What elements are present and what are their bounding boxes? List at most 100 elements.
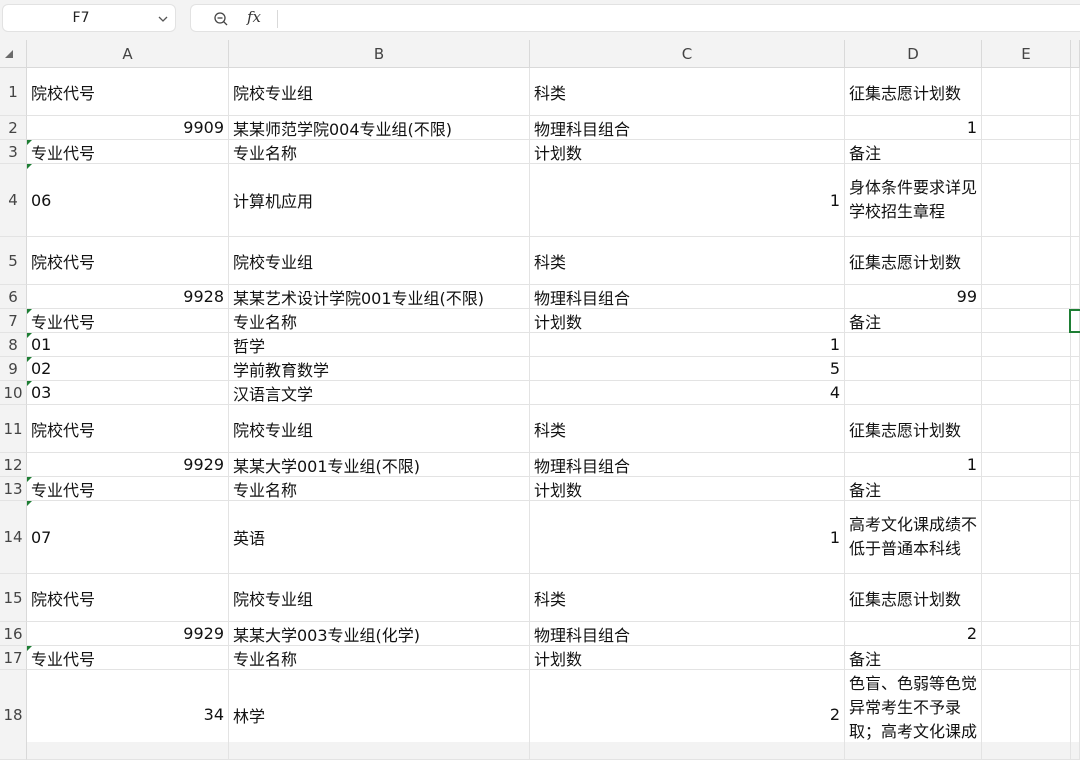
row-header-5[interactable]: 5: [0, 237, 27, 285]
cell-c8[interactable]: 1: [530, 333, 845, 357]
row-header-16[interactable]: 16: [0, 622, 27, 646]
cell-a18[interactable]: 34: [27, 670, 229, 760]
cell-c9[interactable]: 5: [530, 357, 845, 381]
cell-e10[interactable]: [982, 381, 1071, 405]
cell-b8[interactable]: 哲学: [229, 333, 530, 357]
cell-e2[interactable]: [982, 116, 1071, 140]
cell-c1[interactable]: 科类: [530, 68, 845, 116]
cell-d15[interactable]: 征集志愿计划数: [845, 574, 982, 622]
cell-b1[interactable]: 院校专业组: [229, 68, 530, 116]
cell-a6[interactable]: 9928: [27, 285, 229, 309]
cell-b17[interactable]: 专业名称: [229, 646, 530, 670]
cell-b9[interactable]: 学前教育数学: [229, 357, 530, 381]
cell-e14[interactable]: [982, 501, 1071, 574]
row-header-7[interactable]: 7: [0, 309, 27, 333]
cell-f5[interactable]: [1071, 237, 1080, 285]
cell-f1[interactable]: [1071, 68, 1080, 116]
cell-b2[interactable]: 某某师范学院004专业组(不限): [229, 116, 530, 140]
cell-d11[interactable]: 征集志愿计划数: [845, 405, 982, 453]
cell-e5[interactable]: [982, 237, 1071, 285]
cell-a10[interactable]: 03: [27, 381, 229, 405]
cell-f3[interactable]: [1071, 140, 1080, 164]
cell-d1[interactable]: 征集志愿计划数: [845, 68, 982, 116]
cell-d2[interactable]: 1: [845, 116, 982, 140]
fx-icon[interactable]: fx: [247, 8, 261, 26]
cell-b11[interactable]: 院校专业组: [229, 405, 530, 453]
cell-e12[interactable]: [982, 453, 1071, 477]
cell-a2[interactable]: 9909: [27, 116, 229, 140]
cell-a4[interactable]: 06: [27, 164, 229, 237]
cell-e4[interactable]: [982, 164, 1071, 237]
cell-b5[interactable]: 院校专业组: [229, 237, 530, 285]
cell-d13[interactable]: 备注: [845, 477, 982, 501]
zoom-icon[interactable]: [213, 11, 229, 27]
cell-d14[interactable]: 高考文化课成绩不低于普通本科线: [845, 501, 982, 574]
cell-e8[interactable]: [982, 333, 1071, 357]
cell-a16[interactable]: 9929: [27, 622, 229, 646]
cell-c3[interactable]: 计划数: [530, 140, 845, 164]
cell-d4[interactable]: 身体条件要求详见学校招生章程: [845, 164, 982, 237]
row-header-12[interactable]: 12: [0, 453, 27, 477]
cell-d7[interactable]: 备注: [845, 309, 982, 333]
row-header-18[interactable]: 18: [0, 670, 27, 760]
cell-f11[interactable]: [1071, 405, 1080, 453]
cell-c14[interactable]: 1: [530, 501, 845, 574]
cell-a1[interactable]: 院校代号: [27, 68, 229, 116]
cell-d8[interactable]: [845, 333, 982, 357]
cell-e17[interactable]: [982, 646, 1071, 670]
cell-a9[interactable]: 02: [27, 357, 229, 381]
cell-a7[interactable]: 专业代号: [27, 309, 229, 333]
row-header-1[interactable]: 1: [0, 68, 27, 116]
cell-f14[interactable]: [1071, 501, 1080, 574]
column-header-c[interactable]: C: [530, 40, 845, 68]
cell-c10[interactable]: 4: [530, 381, 845, 405]
cell-b10[interactable]: 汉语言文学: [229, 381, 530, 405]
column-header-d[interactable]: D: [845, 40, 982, 68]
cell-d17[interactable]: 备注: [845, 646, 982, 670]
row-header-14[interactable]: 14: [0, 501, 27, 574]
cell-f13[interactable]: [1071, 477, 1080, 501]
cell-f17[interactable]: [1071, 646, 1080, 670]
cell-e1[interactable]: [982, 68, 1071, 116]
select-all-corner[interactable]: [0, 40, 27, 68]
row-header-17[interactable]: 17: [0, 646, 27, 670]
cell-a8[interactable]: 01: [27, 333, 229, 357]
name-box[interactable]: F7: [2, 4, 176, 32]
cell-a12[interactable]: 9929: [27, 453, 229, 477]
cell-c6[interactable]: 物理科目组合: [530, 285, 845, 309]
cell-b16[interactable]: 某某大学003专业组(化学): [229, 622, 530, 646]
column-header-e[interactable]: E: [982, 40, 1071, 68]
cell-b12[interactable]: 某某大学001专业组(不限): [229, 453, 530, 477]
formula-input[interactable]: [287, 9, 1070, 29]
cell-d9[interactable]: [845, 357, 982, 381]
row-header-6[interactable]: 6: [0, 285, 27, 309]
cell-e6[interactable]: [982, 285, 1071, 309]
row-header-4[interactable]: 4: [0, 164, 27, 237]
cell-b4[interactable]: 计算机应用: [229, 164, 530, 237]
cell-c18[interactable]: 2: [530, 670, 845, 760]
cell-b15[interactable]: 院校专业组: [229, 574, 530, 622]
cell-f9[interactable]: [1071, 357, 1080, 381]
cell-f15[interactable]: [1071, 574, 1080, 622]
cell-e16[interactable]: [982, 622, 1071, 646]
cell-a11[interactable]: 院校代号: [27, 405, 229, 453]
chevron-down-icon[interactable]: [157, 13, 169, 25]
cell-a5[interactable]: 院校代号: [27, 237, 229, 285]
row-header-3[interactable]: 3: [0, 140, 27, 164]
cell-a3[interactable]: 专业代号: [27, 140, 229, 164]
row-header-9[interactable]: 9: [0, 357, 27, 381]
column-header-b[interactable]: B: [229, 40, 530, 68]
cell-e13[interactable]: [982, 477, 1071, 501]
cell-f6[interactable]: [1071, 285, 1080, 309]
cell-f16[interactable]: [1071, 622, 1080, 646]
cell-f12[interactable]: [1071, 453, 1080, 477]
row-header-8[interactable]: 8: [0, 333, 27, 357]
cell-c17[interactable]: 计划数: [530, 646, 845, 670]
cell-a14[interactable]: 07: [27, 501, 229, 574]
column-header-a[interactable]: A: [27, 40, 229, 68]
cell-d10[interactable]: [845, 381, 982, 405]
row-header-2[interactable]: 2: [0, 116, 27, 140]
cell-c7[interactable]: 计划数: [530, 309, 845, 333]
cell-c12[interactable]: 物理科目组合: [530, 453, 845, 477]
row-header-11[interactable]: 11: [0, 405, 27, 453]
